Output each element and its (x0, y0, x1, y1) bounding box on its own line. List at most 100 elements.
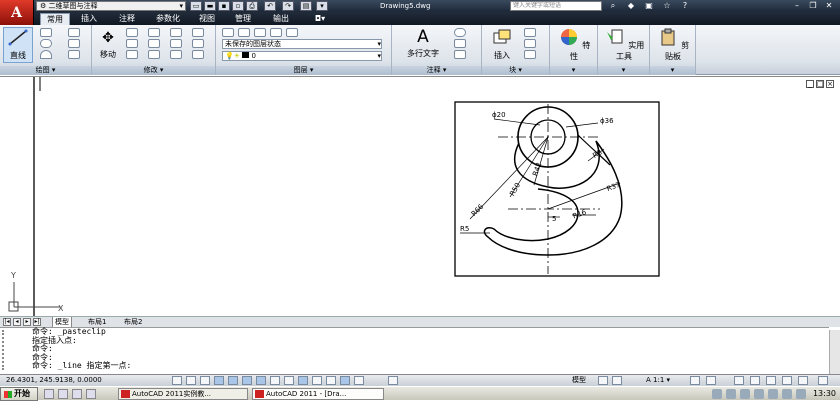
quick-view-layouts-icon[interactable] (598, 376, 608, 385)
quick-view-drawings-icon[interactable] (612, 376, 622, 385)
leader-icon[interactable] (454, 39, 466, 48)
command-window[interactable]: 命令: _pasteclip 指定插入点: 命令: 命令: 命令: _line … (0, 327, 829, 374)
spline-icon[interactable] (68, 50, 80, 59)
line-button[interactable]: 直线 (3, 27, 33, 63)
drawing-canvas[interactable]: _ □ × Y X ϕ20 ϕ36 R8 R42 R50 R37 R66 R16… (0, 76, 840, 317)
tray-network-icon[interactable] (712, 389, 722, 399)
quicklaunch-explorer-icon[interactable] (72, 389, 82, 399)
quicklaunch-ie-icon[interactable] (44, 389, 54, 399)
explode-icon[interactable] (192, 28, 204, 37)
lock-icon[interactable] (750, 376, 760, 385)
annotation-visibility-icon[interactable] (690, 376, 700, 385)
panel-modify-title[interactable]: 修改 ▾ (92, 66, 215, 75)
dimension-icon[interactable] (454, 28, 466, 37)
panel-block-title[interactable]: 块 ▾ (482, 66, 549, 75)
scale-icon[interactable] (148, 50, 160, 59)
layer-state-dropdown[interactable]: 未保存的图层状态 ▾ (222, 39, 382, 49)
move-button[interactable]: ✥ 移动 (94, 29, 122, 60)
panel-layers-title[interactable]: 图层 ▾ (216, 66, 391, 75)
rotate-icon[interactable] (126, 28, 138, 37)
tab-parametric[interactable]: 参数化 (148, 13, 188, 25)
join-icon[interactable] (192, 50, 204, 59)
circle-icon[interactable] (40, 39, 52, 48)
command-scrollbar[interactable] (829, 330, 840, 374)
start-button[interactable]: 开始 (0, 387, 38, 401)
offset-icon[interactable] (192, 39, 204, 48)
insert-button[interactable]: 插入 (486, 28, 518, 61)
table-icon[interactable] (454, 50, 466, 59)
taskbar-item-autocad[interactable]: AutoCAD 2011 - [Dra... (252, 388, 384, 400)
tray-ime-icon[interactable] (754, 389, 764, 399)
tab-insert[interactable]: 插入 (74, 13, 104, 25)
tab-annotate[interactable]: 注释 (112, 13, 142, 25)
plot-icon[interactable]: ▤ (300, 1, 312, 11)
ortho-mode-icon[interactable] (214, 376, 224, 385)
status-bar-menu-icon[interactable] (798, 376, 808, 385)
snap-mode-icon[interactable] (186, 376, 196, 385)
tab-manage[interactable]: 管理 (228, 13, 258, 25)
qat-menu-icon[interactable]: ▾ (316, 1, 328, 11)
isolate-objects-icon[interactable] (782, 376, 792, 385)
utilities-button[interactable]: 实用工具 (602, 28, 646, 62)
trim-icon[interactable] (148, 28, 160, 37)
panel-properties-title[interactable]: ▾ (550, 66, 597, 75)
save-as-icon[interactable]: ▫ (232, 1, 244, 11)
workspace-switching-icon[interactable] (734, 376, 744, 385)
tray-volume-icon[interactable] (726, 389, 736, 399)
binoculars-icon[interactable]: ⌕ (606, 0, 620, 12)
layer-off-icon[interactable] (238, 28, 250, 37)
hardware-acceleration-icon[interactable] (766, 376, 776, 385)
favorites-icon[interactable]: ☆ (660, 0, 674, 12)
application-menu-button[interactable]: A (0, 0, 34, 25)
next-layout-icon[interactable]: ▸ (23, 318, 31, 326)
lineweight-icon[interactable] (298, 376, 308, 385)
clipboard-button[interactable]: 剪贴板 (653, 28, 693, 62)
quick-properties-icon[interactable] (326, 376, 336, 385)
panel-utilities-title[interactable]: ▾ (598, 66, 649, 75)
ducs-icon[interactable] (270, 376, 280, 385)
properties-button[interactable]: 特性 (556, 28, 592, 62)
annotation-monitor-icon[interactable] (354, 376, 364, 385)
communication-icon[interactable]: ▣ (642, 0, 656, 12)
taskbar-item-tutorial[interactable]: AutoCAD 2011实例教... (118, 388, 248, 400)
panel-annotation-title[interactable]: 注释 ▾ (392, 66, 481, 75)
transparency-icon[interactable] (312, 376, 322, 385)
layer-lock-icon[interactable] (286, 28, 298, 37)
infer-constraints-icon[interactable] (172, 376, 182, 385)
open-folder-icon[interactable]: ▬ (204, 1, 216, 11)
layer-properties-icon[interactable] (222, 28, 234, 37)
new-file-icon[interactable]: ▭ (190, 1, 202, 11)
layer-freeze-icon[interactable] (270, 28, 282, 37)
auto-scale-icon[interactable] (706, 376, 716, 385)
ribbon-toggle-icon[interactable]: ◘▾ (310, 13, 330, 25)
tray-app-icon[interactable] (782, 389, 792, 399)
redo-icon[interactable]: ↷ (282, 1, 294, 11)
quicklaunch-desktop-icon[interactable] (58, 389, 68, 399)
selection-cycling-icon[interactable] (340, 376, 350, 385)
subscription-icon[interactable]: ◆ (624, 0, 638, 12)
undo-icon[interactable]: ↶ (264, 1, 276, 11)
panel-draw-title[interactable]: 绘图 ▾ (0, 66, 91, 75)
erase-icon[interactable] (170, 28, 182, 37)
tray-security-icon[interactable] (740, 389, 750, 399)
print-icon[interactable]: ⎙ (246, 1, 258, 11)
object-snap-tracking-icon[interactable] (256, 376, 266, 385)
prev-layout-icon[interactable]: ◂ (13, 318, 21, 326)
fillet-icon[interactable] (170, 39, 182, 48)
minimize-icon[interactable]: – (790, 0, 804, 12)
tray-misc-icon[interactable] (796, 389, 806, 399)
tab-output[interactable]: 输出 (266, 13, 296, 25)
array-icon[interactable] (170, 50, 182, 59)
layer-dropdown[interactable]: 💡☀ 0 ▾ (222, 51, 382, 61)
mirror-icon[interactable] (148, 39, 160, 48)
polar-tracking-icon[interactable] (228, 376, 238, 385)
mtext-button[interactable]: A 多行文字 (400, 28, 446, 59)
close-icon[interactable]: ✕ (822, 0, 836, 12)
arc-icon[interactable] (40, 50, 52, 59)
annotation-scale[interactable]: A 1:1 ▾ (646, 375, 670, 386)
polyline-icon[interactable] (40, 28, 52, 37)
panel-clipboard-title[interactable]: ▾ (650, 66, 695, 75)
search-input[interactable]: 键入关键字或短语 (510, 1, 602, 11)
model-label[interactable]: 模型 (572, 375, 586, 386)
grid-display-icon[interactable] (200, 376, 210, 385)
